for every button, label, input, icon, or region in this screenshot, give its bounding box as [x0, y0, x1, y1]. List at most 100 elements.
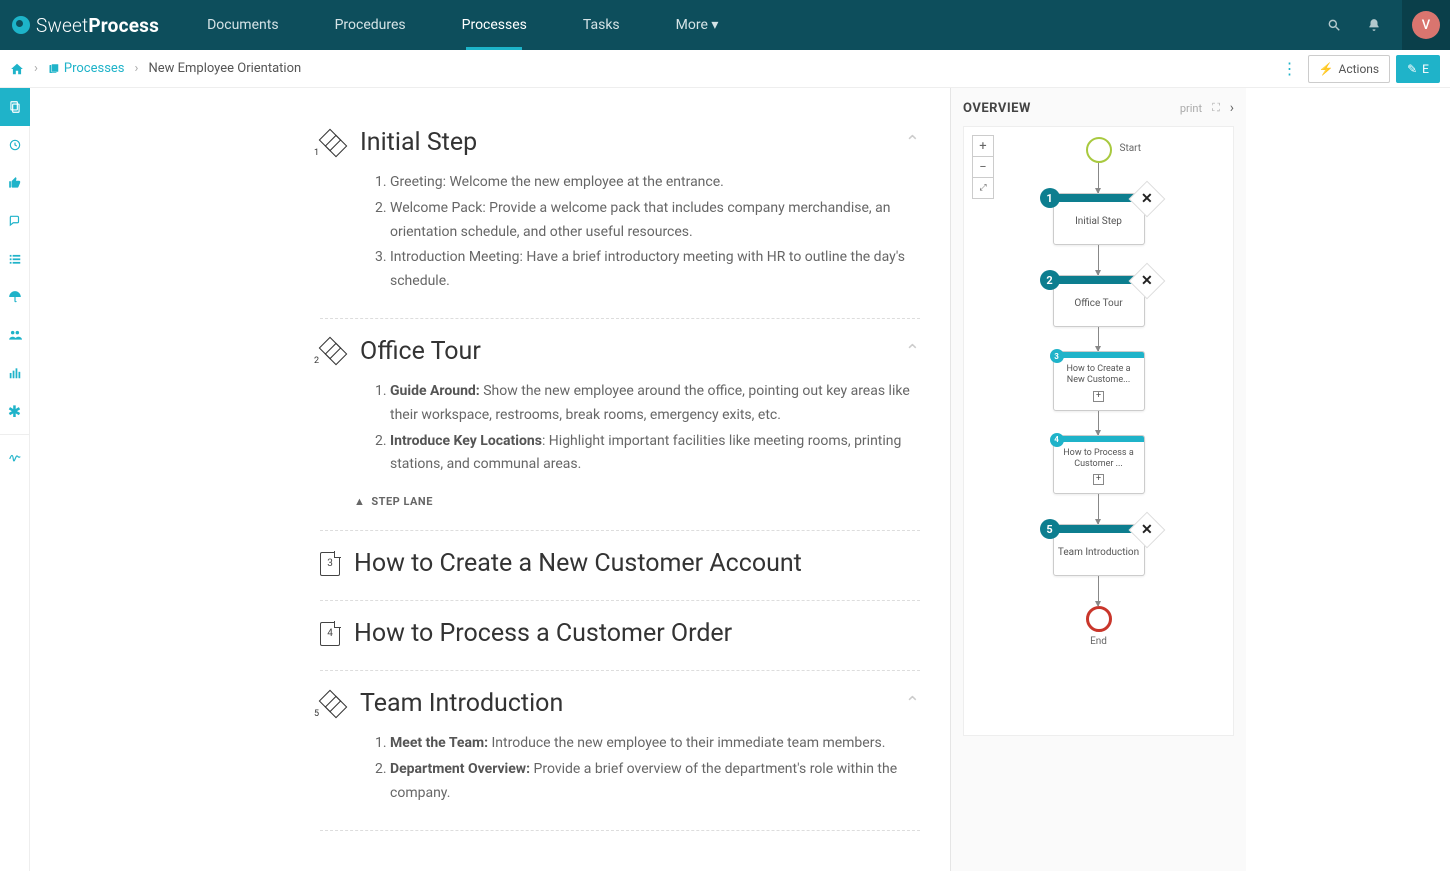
search-icon[interactable] [1314, 18, 1354, 32]
flow-arrow [1098, 411, 1099, 435]
step-item: Welcome Pack: Provide a welcome pack tha… [390, 197, 920, 245]
node-label: How to Create a New Custome... + [1054, 358, 1144, 410]
document-icon: 3 [320, 552, 340, 576]
side-list-icon[interactable] [0, 240, 30, 278]
step-item: Introduction Meeting: Have a brief intro… [390, 246, 920, 294]
node-label: Team Introduction [1054, 533, 1144, 575]
breadcrumb-bar: › Processes › New Employee Orientation ⋮… [0, 50, 1450, 88]
node-label: Office Tour [1054, 284, 1144, 326]
bolt-icon: ⚡ [1319, 62, 1334, 76]
home-icon[interactable] [10, 62, 24, 76]
step-title[interactable]: Office Tour [360, 337, 891, 366]
nav-documents[interactable]: Documents [179, 0, 306, 50]
overview-panel: OVERVIEW print ⛶ › + − ⤢ Start 1 ✕ [950, 88, 1246, 871]
step-title[interactable]: How to Process a Customer Order [354, 619, 920, 648]
flow-node[interactable]: 4 How to Process a Customer ... + [1053, 435, 1145, 495]
node-number: 3 [1050, 349, 1064, 363]
flow-node[interactable]: 5 ✕ Team Introduction [1053, 524, 1145, 576]
print-link[interactable]: print [1180, 102, 1202, 115]
overview-canvas: + − ⤢ Start 1 ✕ Initial Step 2 ✕ Office … [963, 126, 1234, 736]
subbar-actions: ⋮ ⚡ Actions ✎ E [1278, 55, 1440, 83]
start-label: Start [1120, 143, 1142, 154]
process-step: 2 Office Tour ⌃ Guide Around: Show the n… [320, 319, 920, 531]
side-gear-icon[interactable]: ✱ [0, 392, 30, 430]
top-nav: SweetProcess Documents Procedures Proces… [0, 0, 1450, 50]
side-clock-icon[interactable] [0, 126, 30, 164]
document-icon: 4 [320, 622, 340, 646]
flow-arrow [1098, 245, 1099, 275]
nav-more[interactable]: More ▾ [648, 0, 747, 50]
side-chart-icon[interactable] [0, 354, 30, 392]
bell-icon[interactable] [1354, 18, 1394, 32]
main: Collapse All 1 Initial Step ⌃ Greeting: … [30, 88, 1450, 871]
logo-icon [12, 16, 30, 34]
step-item: Introduce Key Locations: Highlight impor… [390, 430, 920, 478]
breadcrumb-current: New Employee Orientation [148, 61, 301, 76]
breadcrumb: › Processes › New Employee Orientation [10, 61, 301, 76]
node-number: 5 [1040, 519, 1060, 539]
step-item: Department Overview: Provide a brief ove… [390, 758, 920, 806]
breadcrumb-section[interactable]: Processes [48, 61, 125, 76]
crumb-sep: › [135, 61, 139, 76]
side-copy-icon[interactable] [0, 88, 30, 126]
node-number: 4 [1050, 433, 1064, 447]
flow-start[interactable]: Start [1086, 137, 1112, 163]
flow-arrow [1098, 327, 1099, 351]
step-item: Meet the Team: Introduce the new employe… [390, 732, 920, 756]
step-title[interactable]: How to Create a New Customer Account [354, 549, 920, 578]
process-step: 5 Team Introduction ⌃ Meet the Team: Int… [320, 671, 920, 830]
overview-title: OVERVIEW [963, 101, 1180, 116]
layout: ✱ Collapse All 1 Initial Step ⌃ Greeting… [0, 88, 1450, 871]
step-title[interactable]: Team Introduction [360, 689, 891, 718]
step-items: Guide Around: Show the new employee arou… [372, 380, 920, 477]
chevron-up-icon[interactable]: ⌃ [905, 341, 920, 362]
zoom-in-button[interactable]: + [972, 135, 994, 157]
nav-processes[interactable]: Processes [434, 0, 555, 50]
side-chat-icon[interactable] [0, 202, 30, 240]
logo-text-1: Sweet [36, 14, 88, 37]
chevron-right-icon[interactable]: › [1230, 100, 1234, 116]
flow-node[interactable]: 3 How to Create a New Custome... + [1053, 351, 1145, 411]
zoom-out-button[interactable]: − [972, 156, 994, 178]
nav-procedures[interactable]: Procedures [307, 0, 434, 50]
user-avatar[interactable]: V [1402, 0, 1450, 50]
process-step: 3 How to Create a New Customer Account [320, 531, 920, 601]
side-signature-icon[interactable] [0, 434, 30, 472]
flow-arrow [1098, 494, 1099, 524]
nav-items: Documents Procedures Processes Tasks Mor… [179, 0, 746, 50]
node-label: How to Process a Customer ... + [1054, 442, 1144, 494]
step-lane: ▲ STEP LANE [354, 495, 920, 508]
edit-icon: ✎ [1407, 62, 1417, 76]
chevron-up-icon[interactable]: ⌃ [905, 693, 920, 714]
side-umbrella-icon[interactable] [0, 278, 30, 316]
edit-button[interactable]: ✎ E [1396, 55, 1440, 83]
flow-arrow [1098, 163, 1099, 193]
flow-node[interactable]: 1 ✕ Initial Step [1053, 193, 1145, 245]
process-step: 1 Initial Step ⌃ Greeting: Welcome the n… [320, 110, 920, 319]
node-number: 2 [1040, 270, 1060, 290]
process-step: 4 How to Process a Customer Order [320, 601, 920, 671]
flow-node[interactable]: 2 ✕ Office Tour [1053, 275, 1145, 327]
expand-icon[interactable]: + [1093, 391, 1104, 402]
step-items: Greeting: Welcome the new employee at th… [372, 171, 920, 294]
zoom-fit-button[interactable]: ⤢ [972, 177, 994, 199]
end-node[interactable] [1086, 606, 1112, 632]
actions-button[interactable]: ⚡ Actions [1308, 55, 1391, 83]
step-item: Guide Around: Show the new employee arou… [390, 380, 920, 428]
crumb-sep: › [34, 61, 38, 76]
side-thumb-icon[interactable] [0, 164, 30, 202]
fullscreen-icon[interactable]: ⛶ [1212, 101, 1220, 115]
side-users-icon[interactable] [0, 316, 30, 354]
lane-icon: ▲ [354, 495, 365, 508]
nav-right: V [1314, 0, 1450, 50]
chevron-up-icon[interactable]: ⌃ [905, 132, 920, 153]
expand-icon[interactable]: + [1093, 474, 1104, 485]
flow-arrow [1098, 576, 1099, 606]
step-title[interactable]: Initial Step [360, 128, 891, 157]
logo[interactable]: SweetProcess [0, 14, 179, 37]
more-icon[interactable]: ⋮ [1278, 57, 1302, 81]
nav-tasks[interactable]: Tasks [555, 0, 648, 50]
node-number: 1 [1040, 188, 1060, 208]
side-toolbar: ✱ [0, 88, 30, 871]
start-node [1086, 137, 1112, 163]
